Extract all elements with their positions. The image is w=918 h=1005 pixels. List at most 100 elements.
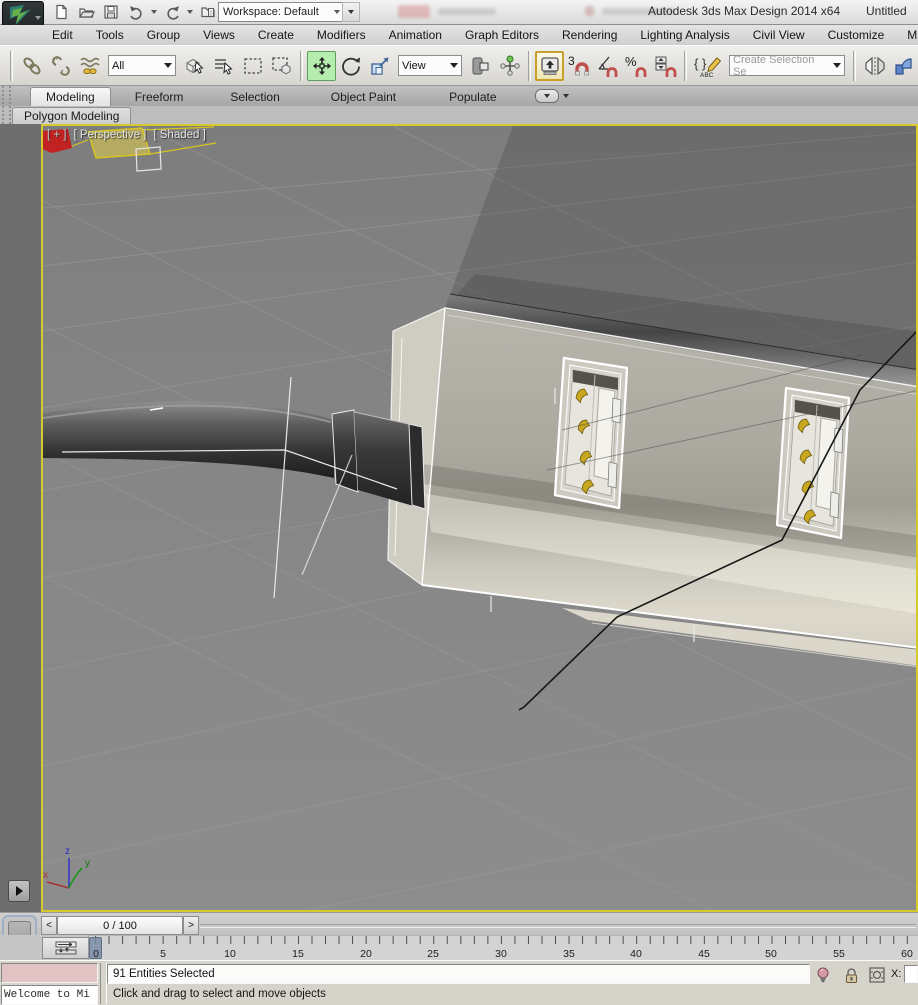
redo-dropdown-caret[interactable] bbox=[187, 10, 193, 14]
panel-tab-polygon-modeling[interactable]: Polygon Modeling bbox=[12, 107, 132, 124]
menu-customize[interactable]: Customize bbox=[828, 28, 885, 42]
percent-snap-button[interactable]: % bbox=[622, 51, 651, 81]
edit-named-selection-sets-button[interactable]: { } ABC bbox=[691, 51, 725, 81]
time-slider-track[interactable] bbox=[200, 924, 916, 928]
named-selection-set-dropdown[interactable]: Create Selection Se bbox=[729, 54, 845, 78]
redo-icon bbox=[166, 6, 179, 20]
selection-lock-toggle[interactable] bbox=[842, 966, 860, 984]
time-slider-row: < 0 / 100 > bbox=[0, 912, 918, 935]
ribbon-tab-populate[interactable]: Populate bbox=[434, 88, 511, 106]
menu-group[interactable]: Group bbox=[147, 28, 180, 42]
save-button[interactable] bbox=[100, 2, 122, 22]
select-by-name-button[interactable] bbox=[209, 51, 238, 81]
keyboard-shortcut-override-button[interactable] bbox=[535, 50, 564, 81]
isolate-selection-toggle[interactable] bbox=[814, 966, 832, 984]
select-object-button[interactable] bbox=[180, 51, 209, 81]
new-file-button[interactable] bbox=[50, 2, 72, 22]
named-selection-sets-icon: { }ABC bbox=[694, 56, 722, 79]
viewport-shading-menu[interactable]: [ Shaded ] bbox=[153, 129, 205, 141]
align-button[interactable] bbox=[889, 51, 918, 81]
ribbon-options-caret[interactable] bbox=[562, 94, 569, 98]
ribbon-tab-bar: Modeling Freeform Selection Object Paint… bbox=[0, 86, 918, 106]
ribbon-tab-freeform[interactable]: Freeform bbox=[120, 88, 199, 106]
viewport-general-menu[interactable]: [ + ] bbox=[47, 129, 67, 141]
open-mini-curve-editor-button[interactable] bbox=[42, 937, 89, 959]
track-bar-ruler[interactable]: 0 5 10 15 20 25 30 35 40 45 50 55 60 bbox=[88, 935, 918, 960]
bind-to-space-warp-button[interactable] bbox=[75, 51, 104, 81]
track-bar: 0 5 10 15 20 25 30 35 40 45 50 55 60 bbox=[0, 935, 918, 960]
maxscript-mini-listener-white[interactable]: Welcome to Mi bbox=[1, 985, 98, 1005]
ruler-label: 5 bbox=[160, 948, 166, 960]
previous-frame-button[interactable]: < bbox=[41, 916, 57, 935]
dropdown-caret-icon bbox=[164, 63, 172, 68]
viewport-canvas[interactable]: x z y bbox=[43, 126, 916, 910]
time-slider-handle[interactable]: 0 / 100 bbox=[57, 916, 183, 935]
reference-coordinate-system-dropdown[interactable]: View bbox=[398, 55, 462, 76]
open-file-button[interactable] bbox=[75, 2, 97, 22]
select-and-link-button[interactable] bbox=[17, 51, 46, 81]
menu-animation[interactable]: Animation bbox=[389, 28, 442, 42]
menu-modifiers[interactable]: Modifiers bbox=[317, 28, 366, 42]
select-and-scale-button[interactable] bbox=[365, 51, 394, 81]
ruler-label: 60 bbox=[901, 948, 913, 960]
project-folder-button[interactable] bbox=[197, 2, 219, 22]
move-icon bbox=[312, 56, 331, 75]
open-panel-button[interactable] bbox=[8, 880, 30, 902]
select-and-rotate-button[interactable] bbox=[336, 51, 365, 81]
redo-button[interactable] bbox=[161, 2, 183, 22]
menu-views[interactable]: Views bbox=[203, 28, 235, 42]
ghost-artifact bbox=[398, 5, 430, 18]
x-coordinate-label: X: bbox=[891, 968, 902, 980]
use-pivot-point-center-button[interactable] bbox=[466, 51, 495, 81]
ghost-artifact bbox=[585, 6, 594, 16]
window-crossing-button[interactable] bbox=[267, 51, 296, 81]
select-and-manipulate-button[interactable] bbox=[495, 51, 524, 81]
rectangular-selection-region-button[interactable] bbox=[238, 51, 267, 81]
absolute-offset-mode-toggle[interactable] bbox=[868, 966, 886, 984]
perspective-viewport[interactable]: [ + ] [ Perspective ] [ Shaded ] x z y bbox=[41, 124, 918, 912]
ruler-ticks bbox=[89, 936, 917, 946]
mirror-button[interactable] bbox=[860, 51, 889, 81]
usb-port-1[interactable] bbox=[553, 356, 629, 510]
select-and-move-button[interactable] bbox=[307, 50, 336, 81]
x-coordinate-field[interactable] bbox=[904, 965, 918, 983]
quick-access-toolbar bbox=[50, 2, 219, 22]
menu-tools[interactable]: Tools bbox=[96, 28, 124, 42]
menu-graph-editors[interactable]: Graph Editors bbox=[465, 28, 539, 42]
listener-splitter[interactable] bbox=[100, 963, 107, 1004]
maxscript-mini-listener-pink[interactable] bbox=[1, 963, 98, 983]
toolbar-separator bbox=[853, 50, 856, 81]
spinner-snap-button[interactable] bbox=[651, 51, 680, 81]
manipulate-icon bbox=[499, 55, 520, 76]
undo-icon bbox=[129, 6, 142, 20]
viewport-pov-menu[interactable]: [ Perspective ] bbox=[74, 129, 147, 141]
snap-toggle-3d-button[interactable]: 3 bbox=[564, 51, 593, 81]
app-title: Autodesk 3ds Max Design 2014 x64 bbox=[648, 4, 841, 18]
angle-snap-button[interactable] bbox=[593, 51, 622, 81]
ruler-label: 50 bbox=[765, 948, 777, 960]
ribbon-tab-modeling[interactable]: Modeling bbox=[30, 87, 111, 106]
ribbon-grip-handle[interactable] bbox=[2, 86, 11, 124]
menu-lighting-analysis[interactable]: Lighting Analysis bbox=[640, 28, 729, 42]
undo-button[interactable] bbox=[125, 2, 147, 22]
ribbon-tab-object-paint[interactable]: Object Paint bbox=[316, 88, 411, 106]
menu-rendering[interactable]: Rendering bbox=[562, 28, 617, 42]
unlink-selection-button[interactable] bbox=[46, 51, 75, 81]
menu-maxscript[interactable]: M bbox=[907, 28, 917, 42]
menu-edit[interactable]: Edit bbox=[52, 28, 73, 42]
toolbar-separator bbox=[300, 50, 303, 81]
usb-port-2[interactable] bbox=[775, 386, 851, 540]
selection-filter-dropdown[interactable]: All bbox=[108, 55, 176, 76]
ribbon-tab-selection[interactable]: Selection bbox=[215, 88, 294, 106]
menu-create[interactable]: Create bbox=[258, 28, 294, 42]
window-crossing-icon bbox=[271, 56, 290, 74]
menu-civil-view[interactable]: Civil View bbox=[753, 28, 805, 42]
save-floppy-icon bbox=[104, 5, 118, 19]
workspace-menu-caret-icon bbox=[348, 10, 354, 14]
ribbon-minimize-button[interactable] bbox=[534, 89, 559, 103]
workspace-menu-button[interactable] bbox=[342, 2, 360, 22]
undo-dropdown-caret[interactable] bbox=[151, 10, 157, 14]
keyboard-key-icon bbox=[540, 56, 559, 75]
next-frame-button[interactable]: > bbox=[183, 916, 199, 935]
workspace-selector[interactable]: Workspace: Default bbox=[218, 2, 346, 22]
